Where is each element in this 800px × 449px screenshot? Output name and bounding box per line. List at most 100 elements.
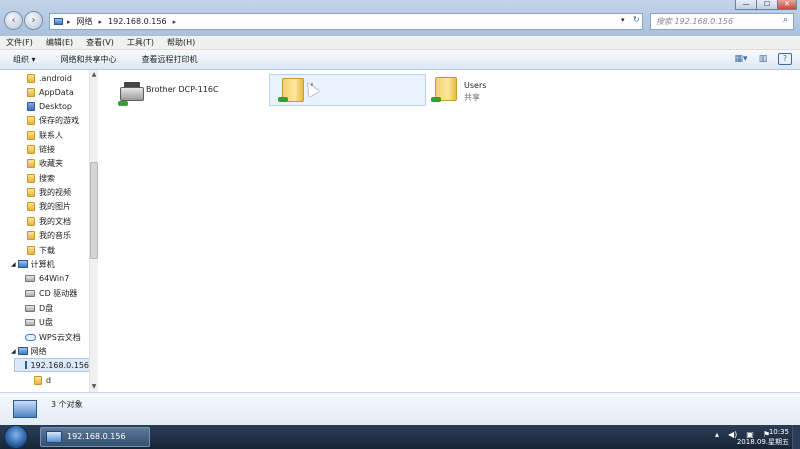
- folder-icon: [27, 101, 35, 111]
- explorer-window-icon: [46, 431, 62, 443]
- content-pane: Brother DCP-116C d Users 共享: [98, 70, 800, 392]
- title-bar: — ☐ ✕ ‹ › ▸ 网络 ▸ 192.168.0.156 ▸ ▾ ↻ 搜索 …: [0, 0, 800, 36]
- show-desktop-button[interactable]: [792, 425, 800, 449]
- view-remote-printers-button[interactable]: 查看远程打印机: [142, 54, 198, 65]
- tree-item-network[interactable]: ◢ 网络: [11, 344, 47, 358]
- folder-icon: [27, 201, 35, 211]
- scroll-up-icon[interactable]: ▲: [90, 71, 98, 78]
- tree-item-label: 下载: [39, 245, 55, 255]
- folder-icon: [27, 115, 35, 125]
- tree-scrollbar-thumb[interactable]: [90, 162, 98, 259]
- folder-icon: [27, 73, 35, 83]
- tree-item-label: 保存的游戏: [39, 115, 79, 125]
- folder-icon: [27, 144, 35, 154]
- refresh-icon[interactable]: ↻: [633, 15, 640, 24]
- scroll-down-icon[interactable]: ▼: [90, 383, 98, 390]
- computer-icon: [17, 260, 28, 268]
- help-icon[interactable]: ?: [778, 53, 792, 65]
- shared-folder-icon: [34, 375, 42, 385]
- tree-item-computer[interactable]: ◢ 计算机: [11, 257, 55, 271]
- menu-help[interactable]: 帮助(H): [167, 37, 195, 48]
- tree-item-64win7[interactable]: 64Win7: [25, 271, 69, 285]
- tree-item-music[interactable]: 我的音乐: [27, 228, 71, 242]
- tree-item-pictures[interactable]: 我的图片: [27, 199, 71, 213]
- chevron-down-icon[interactable]: ▾: [621, 16, 625, 24]
- network-icon: [54, 18, 63, 25]
- item-d-folder[interactable]: d: [269, 74, 426, 106]
- expand-arrow-icon[interactable]: ◢: [11, 261, 16, 268]
- tree-item-label: d: [46, 375, 52, 385]
- chevron-right-icon: ▸: [67, 17, 71, 26]
- tree-item-label: 我的文档: [39, 216, 71, 226]
- breadcrumb-host[interactable]: 192.168.0.156: [108, 17, 167, 26]
- item-count: 3 个对象: [51, 400, 83, 409]
- computer-icon: [13, 400, 37, 418]
- tree-item-android[interactable]: .android: [27, 71, 72, 85]
- folder-icon: [27, 158, 35, 168]
- item-printer-name: Brother DCP-116C: [146, 85, 219, 94]
- address-bar[interactable]: ▸ 网络 ▸ 192.168.0.156 ▸: [49, 13, 643, 30]
- cloud-icon: [25, 333, 36, 341]
- tree-item-label: U盘: [39, 317, 53, 327]
- item-printer[interactable]: Brother DCP-116C: [110, 74, 240, 108]
- tree-item-videos[interactable]: 我的视频: [27, 185, 71, 199]
- cd-drive-icon: [25, 289, 35, 297]
- forward-button[interactable]: ›: [24, 11, 43, 30]
- show-hidden-icons-icon[interactable]: ▴: [715, 430, 719, 439]
- tree-item-d-drive[interactable]: D盘: [25, 301, 53, 315]
- tree-item-label: Desktop: [39, 101, 72, 111]
- start-button[interactable]: [4, 425, 28, 449]
- tree-item-wps-cloud[interactable]: WPS云文档: [25, 330, 81, 344]
- chevron-right-icon: ▸: [172, 17, 177, 26]
- expand-arrow-icon[interactable]: ◢: [11, 348, 16, 355]
- item-users-folder[interactable]: Users 共享: [431, 74, 561, 108]
- folder-icon: [27, 216, 35, 226]
- view-options-icon[interactable]: ▦▾: [734, 53, 748, 65]
- taskbar-window-label: 192.168.0.156: [67, 432, 126, 441]
- drive-icon: [25, 274, 35, 282]
- menu-tools[interactable]: 工具(T): [127, 37, 154, 48]
- breadcrumb-network[interactable]: 网络: [77, 16, 93, 27]
- command-bar: 组织 ▾ 网络和共享中心 查看远程打印机 ▦▾ ▥ ?: [0, 50, 800, 70]
- clock[interactable]: 10:35 2018.09.星期五: [737, 427, 789, 447]
- tree-item-label: 我的视频: [39, 187, 71, 197]
- minimize-button[interactable]: —: [735, 0, 757, 10]
- taskbar-window-button[interactable]: 192.168.0.156: [40, 427, 150, 447]
- menu-file[interactable]: 文件(F): [6, 37, 33, 48]
- menu-edit[interactable]: 编辑(E): [46, 37, 73, 48]
- tree-item-favorites[interactable]: 收藏夹: [27, 156, 63, 170]
- menu-view[interactable]: 查看(V): [86, 37, 114, 48]
- navigation-tree: .android AppData Desktop 保存的游戏 联系人 链接 收藏…: [0, 70, 98, 392]
- tree-item-saved-games[interactable]: 保存的游戏: [27, 113, 79, 127]
- tree-item-contacts[interactable]: 联系人: [27, 128, 63, 142]
- maximize-button[interactable]: ☐: [756, 0, 778, 10]
- tree-item-u-drive[interactable]: U盘: [25, 315, 53, 329]
- tree-item-cd-drive[interactable]: CD 驱动器: [25, 286, 77, 300]
- tree-item-appdata[interactable]: AppData: [27, 85, 74, 99]
- tree-item-links[interactable]: 链接: [27, 142, 55, 156]
- tree-item-search[interactable]: 搜索: [27, 171, 55, 185]
- tree-item-label: 64Win7: [39, 273, 70, 283]
- network-center-button[interactable]: 网络和共享中心: [61, 54, 117, 65]
- tree-item-label: 搜索: [39, 173, 55, 183]
- search-icon[interactable]: ⌕: [783, 15, 788, 25]
- tree-item-label: .android: [39, 73, 72, 83]
- search-input[interactable]: 搜索 192.168.0.156: [650, 13, 794, 30]
- tree-item-downloads[interactable]: 下载: [27, 243, 55, 257]
- organize-button[interactable]: 组织 ▾: [13, 54, 36, 65]
- details-pane: 3 个对象: [0, 392, 800, 425]
- tree-item-desktop[interactable]: Desktop: [27, 99, 72, 113]
- tree-item-documents[interactable]: 我的文档: [27, 214, 71, 228]
- network-icon: [17, 347, 28, 355]
- tree-item-label: 网络: [30, 346, 47, 356]
- tree-item-label: 我的图片: [39, 201, 71, 211]
- preview-pane-icon[interactable]: ▥: [756, 53, 770, 65]
- back-button[interactable]: ‹: [4, 11, 23, 30]
- menu-bar: 文件(F) 编辑(E) 查看(V) 工具(T) 帮助(H): [0, 36, 800, 50]
- close-button[interactable]: ✕: [777, 0, 797, 10]
- tree-item-label: 计算机: [30, 259, 55, 269]
- item-users-status: 共享: [464, 93, 480, 102]
- drive-icon: [25, 304, 35, 312]
- tree-item-d-share[interactable]: d: [34, 373, 51, 387]
- tree-item-host[interactable]: 192.168.0.156: [14, 358, 90, 372]
